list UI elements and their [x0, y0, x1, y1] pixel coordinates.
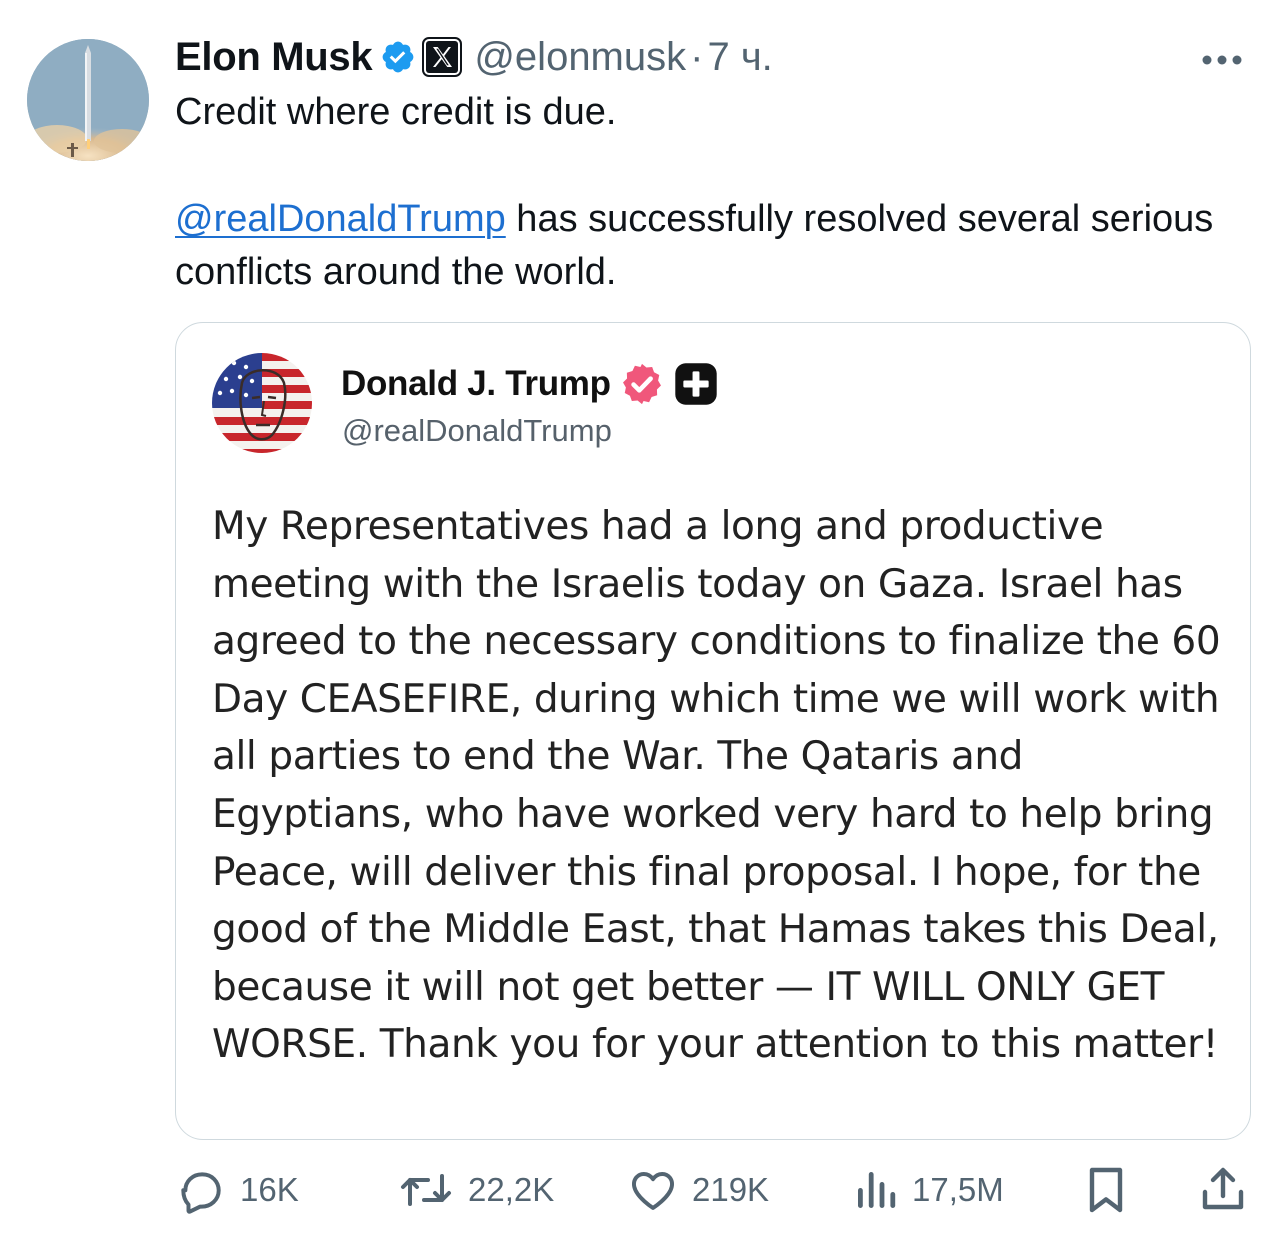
quote-body-text: My Representatives had a long and produc… [212, 504, 1221, 1068]
tweet-timestamp[interactable]: 7 ч. [707, 35, 772, 80]
author-name[interactable]: Elon Musk [175, 35, 373, 80]
views-bars-icon [858, 1172, 896, 1208]
quote-author-handle[interactable]: @realDonaldTrump [342, 413, 612, 449]
tweet-text: Credit where credit is due. @realDonaldT… [175, 86, 1235, 299]
bookmark-icon [1089, 1167, 1123, 1213]
separator-dot: · [690, 34, 704, 79]
plus-badge-icon [675, 363, 717, 405]
heart-icon [632, 1171, 674, 1210]
author-avatar[interactable] [27, 39, 149, 161]
repost-button[interactable]: 22,2K [398, 1160, 554, 1220]
bookmark-button[interactable] [1083, 1160, 1129, 1220]
like-button[interactable]: 219K [628, 1160, 769, 1220]
reply-button[interactable]: 16K [176, 1160, 299, 1220]
mention-link[interactable]: @realDonaldTrump [175, 198, 506, 240]
action-bar: 16K 22,2K 219K 17,5M [0, 1160, 1280, 1220]
tweet-line-1: Credit where credit is due. [175, 91, 617, 133]
quote-author-name[interactable]: Donald J. Trump [341, 364, 611, 404]
like-count: 219K [692, 1171, 770, 1208]
views-count: 17,5M [912, 1171, 1004, 1208]
share-upload-icon [1202, 1167, 1244, 1210]
tweet-line-2: @realDonaldTrump has successfully resolv… [175, 193, 1235, 299]
rocket-launch-image [27, 39, 149, 161]
verified-badge-icon [622, 363, 661, 405]
author-handle[interactable]: @elonmusk [474, 35, 686, 80]
quote-author-avatar[interactable] [212, 353, 312, 453]
verified-badge-icon[interactable] [380, 39, 416, 75]
repost-arrows-icon [401, 1174, 451, 1206]
quoted-post-card[interactable]: Donald J. Trump @realDonaldTrump My Repr… [175, 322, 1251, 1140]
reply-bubble-icon [181, 1172, 221, 1214]
x-logo-icon[interactable] [422, 37, 463, 77]
repost-count: 22,2K [468, 1171, 555, 1208]
views-button[interactable]: 17,5M [854, 1160, 1004, 1220]
tweet-header: Elon Musk @elonmusk · 7 ч. [175, 32, 773, 82]
flag-portrait-image [212, 353, 312, 453]
share-button[interactable] [1198, 1160, 1248, 1220]
more-dots-icon[interactable] [1195, 40, 1255, 80]
reply-count: 16K [240, 1171, 299, 1208]
quote-name-row: Donald J. Trump [341, 361, 719, 407]
